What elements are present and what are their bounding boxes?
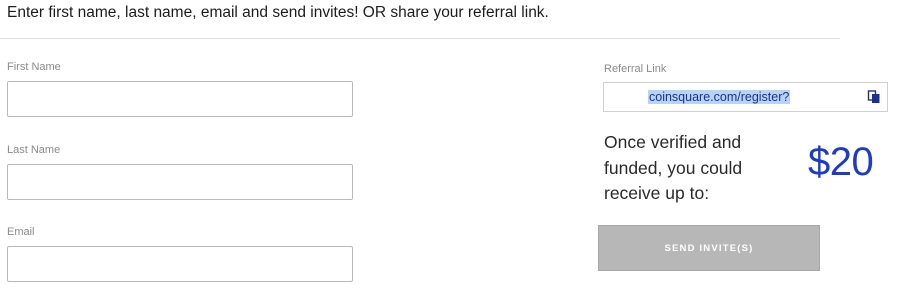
first-name-field[interactable] (7, 81, 353, 117)
reward-description: Once verified and funded, you could rece… (604, 132, 743, 203)
page-instruction: Enter first name, last name, email and s… (7, 4, 549, 21)
send-invites-button[interactable]: SEND INVITE(S) (598, 225, 820, 271)
reward-amount: $20 (808, 140, 874, 184)
last-name-field[interactable] (7, 164, 353, 200)
first-name-label: First Name (7, 61, 61, 73)
last-name-label: Last Name (7, 144, 61, 156)
referral-link-label: Referral Link (604, 63, 667, 75)
email-field[interactable] (7, 246, 353, 282)
divider (0, 38, 840, 39)
copy-icon[interactable] (867, 90, 881, 104)
referral-link-text[interactable]: coinsquare.com/register? (648, 90, 791, 104)
email-label: Email (7, 226, 35, 238)
referral-link-box[interactable]: coinsquare.com/register? (603, 82, 888, 112)
